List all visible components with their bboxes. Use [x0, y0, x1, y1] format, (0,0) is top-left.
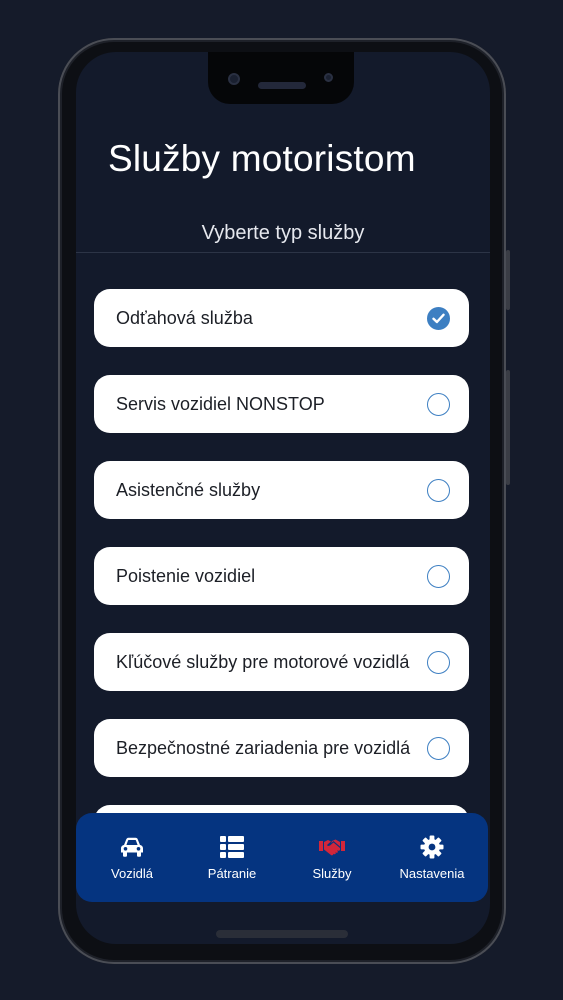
check-circle-icon[interactable]	[427, 306, 450, 330]
earpiece-speaker	[258, 82, 306, 89]
service-option-poistenie[interactable]: Poistenie vozidiel	[94, 547, 469, 605]
radio-circle-icon[interactable]	[427, 650, 450, 674]
radio-circle-icon[interactable]	[427, 392, 450, 416]
volume-button	[506, 250, 510, 310]
radio-circle-icon[interactable]	[427, 478, 450, 502]
nav-label: Vozidlá	[111, 866, 153, 881]
service-option-servis[interactable]: Servis vozidiel NONSTOP	[94, 375, 469, 433]
nav-label: Nastavenia	[399, 866, 465, 881]
nav-item-sluzby[interactable]: Služby	[284, 834, 380, 881]
service-option-label: Odťahová služba	[116, 307, 253, 328]
page-title: Služby motoristom	[108, 138, 416, 179]
page-subtitle: Vyberte typ služby	[201, 222, 365, 244]
nav-item-vozidla[interactable]: Vozidlá	[84, 834, 180, 881]
gear-icon	[419, 834, 445, 860]
service-option-klucove[interactable]: Kľúčové služby pre motorové vozidlá	[94, 633, 469, 691]
service-option-partial[interactable]	[94, 805, 469, 813]
bottom-navigation: Vozidlá Pátranie Služby Nastavenia	[76, 813, 488, 902]
service-option-bezpecnostne[interactable]: Bezpečnostné zariadenia pre vozidlá	[94, 719, 469, 777]
power-button	[506, 370, 510, 485]
service-list[interactable]: Odťahová služba Servis vozidiel NONSTOP …	[76, 253, 490, 813]
service-option-label: Servis vozidiel NONSTOP	[116, 393, 325, 414]
nav-item-nastavenia[interactable]: Nastavenia	[384, 834, 480, 881]
car-icon	[119, 834, 145, 860]
service-option-asistencne[interactable]: Asistenčné služby	[94, 461, 469, 519]
home-indicator	[216, 930, 348, 938]
nav-item-patranie[interactable]: Pátranie	[184, 834, 280, 881]
service-option-label: Kľúčové služby pre motorové vozidlá	[116, 651, 410, 672]
nav-label: Pátranie	[207, 866, 257, 881]
service-option-label: Asistenčné služby	[116, 479, 261, 500]
handshake-icon	[319, 834, 345, 860]
front-camera	[228, 73, 240, 85]
radio-circle-icon[interactable]	[427, 736, 450, 760]
service-option-label: Bezpečnostné zariadenia pre vozidlá	[116, 737, 411, 758]
service-option-odtahova[interactable]: Odťahová služba	[94, 289, 469, 347]
service-option-label: Poistenie vozidiel	[116, 565, 256, 586]
sensor	[324, 73, 333, 82]
list-icon	[219, 834, 245, 860]
radio-circle-icon[interactable]	[427, 564, 450, 588]
nav-label: Služby	[312, 866, 352, 881]
